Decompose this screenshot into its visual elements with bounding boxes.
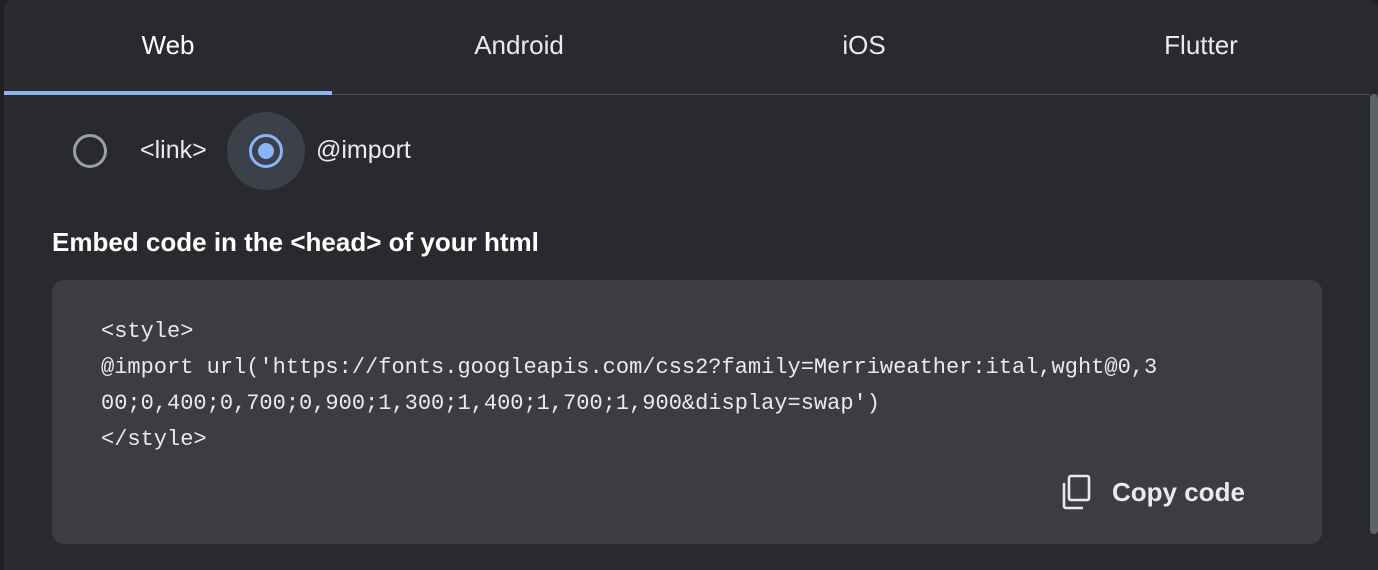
embed-heading: Embed code in the <head> of your html [52,227,539,257]
tab-web[interactable]: Web [4,0,332,94]
radio-link-label[interactable]: <link> [140,136,207,165]
code-line: 00;0,400;0,700;0,900;1,300;1,400;1,700;1… [101,391,880,416]
copy-code-label: Copy code [1112,476,1245,507]
code-line: <style> [101,319,194,344]
code-block: <style> @import url('https://fonts.googl… [52,280,1322,544]
copy-icon [1062,474,1091,510]
radio-import-label[interactable]: @import [316,136,411,165]
tab-ios[interactable]: iOS [706,0,1022,94]
code-line: </style> [101,427,207,452]
tab-label: Web [141,30,195,60]
tab-label: Flutter [1164,30,1238,60]
copy-code-button[interactable]: Copy code [1060,472,1245,512]
vertical-scrollbar[interactable] [1370,94,1378,534]
tab-flutter[interactable]: Flutter [1022,0,1378,94]
font-embed-panel: Web Android iOS Flutter <link> @import E… [4,0,1378,570]
tab-android[interactable]: Android [332,0,706,94]
platform-tab-bar: Web Android iOS Flutter [4,0,1370,95]
active-tab-indicator [4,91,332,95]
radio-selected-dot [258,143,274,159]
radio-link-option[interactable] [73,134,107,168]
code-line: @import url('https://fonts.googleapis.co… [101,355,1158,380]
tab-label: Android [474,30,564,60]
embed-code[interactable]: <style> @import url('https://fonts.googl… [101,314,1281,458]
tab-label: iOS [842,30,886,60]
radio-import-option[interactable] [249,134,283,168]
